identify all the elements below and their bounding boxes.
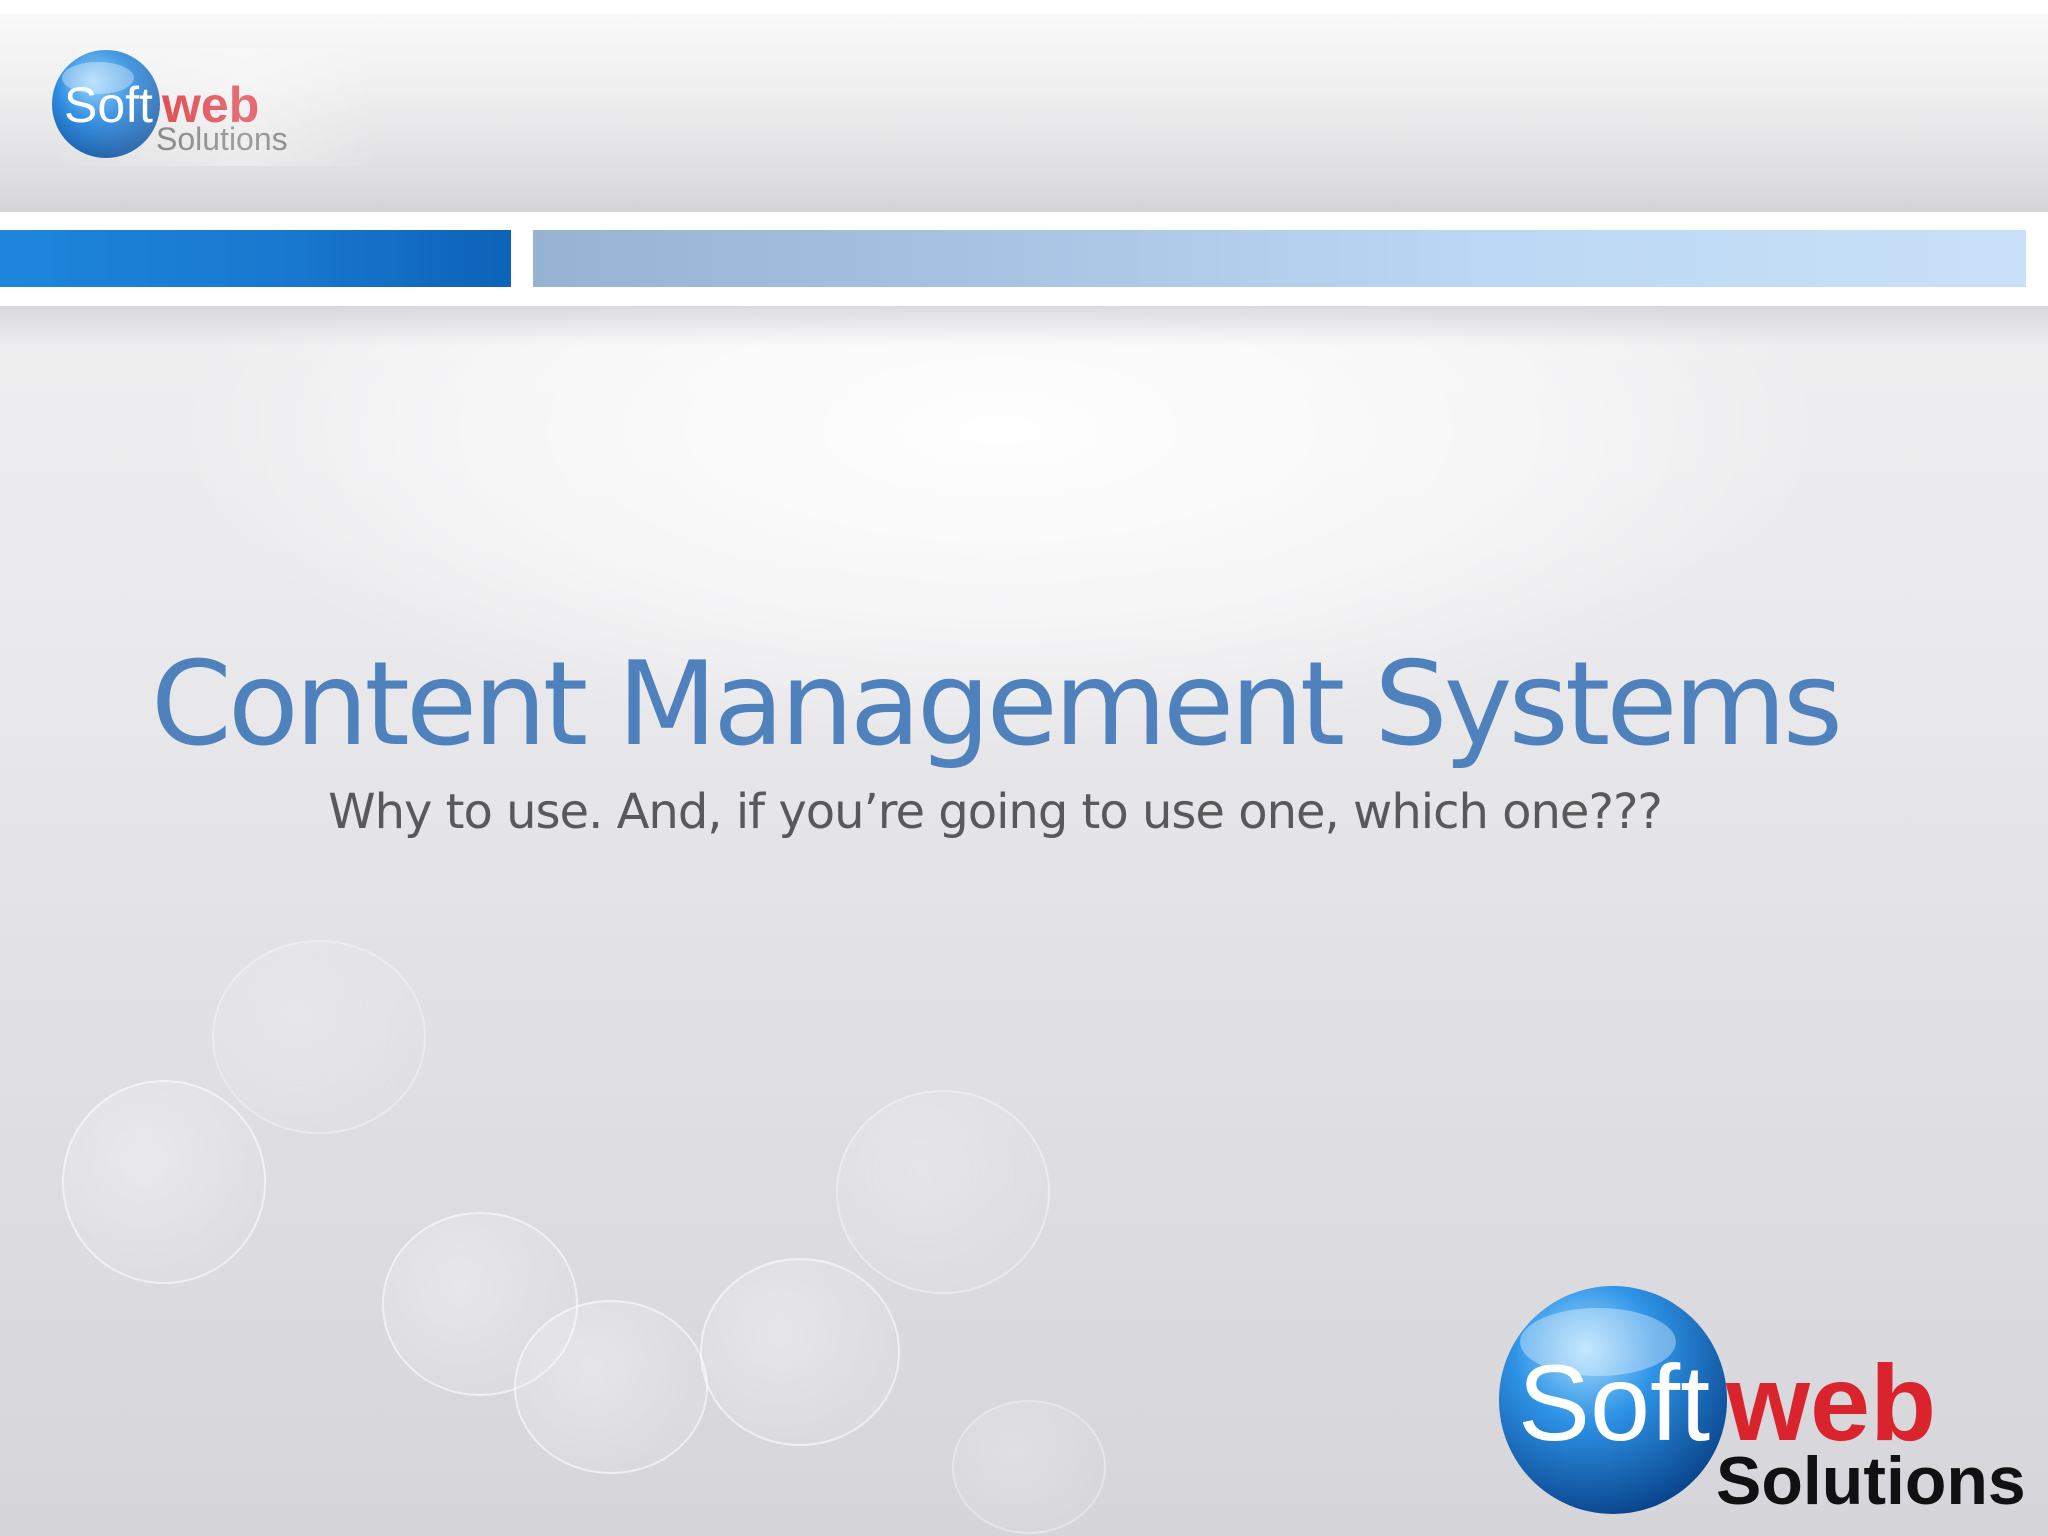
logo-backdrop — [48, 48, 378, 166]
logo-solutions-text: Solutions — [1716, 1443, 2026, 1516]
bokeh-decoration — [212, 940, 426, 1134]
accent-bar-light — [533, 230, 2026, 287]
softweb-logo-small: Soft web Solutions — [48, 48, 378, 166]
logo-soft-text: Soft — [1518, 1342, 1710, 1463]
bokeh-decoration — [62, 1080, 266, 1284]
softweb-logo-icon: Soft web Solutions — [1499, 1286, 2026, 1519]
bokeh-decoration — [836, 1090, 1050, 1294]
header-top-edge — [0, 0, 2048, 14]
bokeh-decoration — [700, 1258, 900, 1446]
bokeh-decoration — [952, 1400, 1106, 1534]
softweb-logo-large: Soft web Solutions — [1490, 1280, 2035, 1519]
accent-bar-dark — [0, 230, 511, 287]
slide-title: Content Management Systems — [150, 637, 1843, 772]
bokeh-decoration — [514, 1300, 708, 1474]
slide-subtitle: Why to use. And, if you’re going to use … — [328, 784, 1663, 840]
header-shadow — [0, 306, 2048, 346]
slide: Soft web Solutions Content Management Sy… — [0, 0, 2048, 1536]
